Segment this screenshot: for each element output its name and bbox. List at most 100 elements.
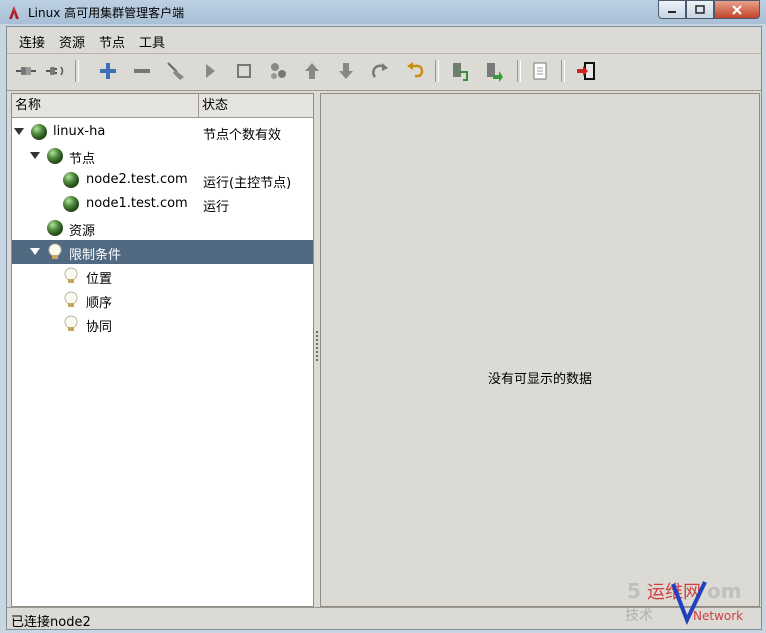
splitter-grip [316, 359, 318, 361]
tree-row-order[interactable]: 顺序 [12, 288, 313, 312]
exit-button[interactable] [573, 58, 599, 84]
status-bar: 已连接node2 5 运维网 om 技术 Network [7, 579, 761, 630]
stop-icon [237, 64, 251, 78]
cleanup-icon [167, 62, 184, 80]
remove-button[interactable] [129, 58, 155, 84]
connect-button[interactable] [13, 58, 39, 84]
redo-button[interactable] [367, 58, 393, 84]
move-up-button[interactable] [299, 58, 325, 84]
splitter-grip [316, 351, 318, 353]
add-icon [100, 63, 116, 79]
add-button[interactable] [95, 58, 121, 84]
toolbar-separator [435, 60, 439, 82]
splitter-grip [316, 339, 318, 341]
tree-row-label: 节点 [69, 152, 96, 167]
column-header-name[interactable]: 名称 [12, 94, 199, 118]
minimize-icon [668, 10, 676, 13]
detail-panel: 没有可显示的数据 [320, 93, 760, 607]
svg-text:技术: 技术 [625, 608, 653, 624]
tree-row-node2[interactable]: node2.test.com 运行(主控节点) [12, 168, 313, 192]
window-controls [658, 0, 760, 19]
svg-text:5: 5 [627, 579, 641, 603]
tree-row-resources[interactable]: 资源 [12, 216, 313, 240]
tree-row-colocation[interactable]: 协同 [12, 312, 313, 336]
settings-button[interactable] [265, 58, 291, 84]
status-text: 已连接node2 [11, 615, 91, 630]
toolbar-separator [561, 60, 565, 82]
exit-icon [577, 62, 595, 80]
menu-bar: 连接 资源 节点 工具 [7, 27, 761, 54]
tree-row-label: 顺序 [86, 296, 113, 311]
minimize-button[interactable] [658, 0, 686, 19]
tree-row-label: node1.test.com [86, 196, 188, 211]
toolbar [7, 54, 761, 91]
redo-icon [372, 63, 388, 78]
tree-row-node1[interactable]: node1.test.com 运行 [12, 192, 313, 216]
client-area: 连接 资源 节点 工具 名称 状态 linux-ha 节点个数有效 节点 nod… [6, 26, 762, 630]
standby-node-button[interactable] [447, 58, 473, 84]
close-icon [732, 4, 742, 15]
expand-arrow-icon[interactable] [14, 128, 24, 135]
document-icon [533, 62, 547, 80]
tree-row-status: 运行 [203, 200, 230, 215]
move-up-icon [305, 63, 319, 79]
window-title: Linux 高可用集群管理客户端 [28, 6, 185, 20]
expand-arrow-icon[interactable] [30, 248, 40, 255]
lightbulb-icon [64, 267, 78, 283]
close-button[interactable] [714, 0, 760, 19]
svg-text:om: om [707, 579, 742, 603]
tree-row-label: linux-ha [53, 124, 106, 139]
remove-icon [134, 69, 150, 73]
app-logo-icon [9, 6, 19, 19]
green-ball-icon [47, 148, 63, 164]
menu-nodes[interactable]: 节点 [99, 32, 125, 51]
tree-row-constraints[interactable]: 限制条件 [12, 240, 313, 264]
tree-row-status: 运行(主控节点) [203, 176, 292, 191]
title-bar[interactable]: Linux 高可用集群管理客户端 [0, 0, 766, 24]
tree-row-cluster[interactable]: linux-ha 节点个数有效 [12, 120, 313, 144]
undo-icon [407, 62, 424, 78]
disconnect-button[interactable] [43, 58, 69, 84]
document-button[interactable] [527, 58, 553, 84]
watermark-logo-icon: 5 运维网 om 技术 Network [625, 579, 743, 626]
toolbar-separator [75, 60, 79, 82]
tree-row-label: 限制条件 [69, 248, 122, 263]
move-down-button[interactable] [333, 58, 359, 84]
app-window: Linux 高可用集群管理客户端 连接 资源 节点 工具 名称 状态 linux… [0, 0, 766, 633]
menu-connect[interactable]: 连接 [19, 32, 45, 51]
expand-arrow-icon[interactable] [30, 152, 40, 159]
stop-button[interactable] [231, 58, 257, 84]
move-down-icon [339, 63, 353, 79]
green-ball-icon [31, 124, 47, 140]
start-icon [206, 64, 215, 78]
active-node-button[interactable] [481, 58, 507, 84]
tree-row-nodes[interactable]: 节点 [12, 144, 313, 168]
column-header-status[interactable]: 状态 [199, 94, 313, 118]
empty-message: 没有可显示的数据 [487, 372, 592, 387]
start-button[interactable] [197, 58, 223, 84]
maximize-icon [695, 4, 705, 14]
tree-row-status: 节点个数有效 [203, 128, 282, 143]
splitter-grip [316, 347, 318, 349]
menu-resources[interactable]: 资源 [59, 32, 85, 51]
cleanup-button[interactable] [163, 58, 189, 84]
disconnect-icon [46, 66, 64, 76]
lightbulb-icon [64, 315, 78, 331]
connect-icon [16, 67, 36, 75]
splitter-grip [316, 335, 318, 337]
svg-text:Network: Network [693, 609, 743, 623]
green-ball-icon [47, 220, 63, 236]
splitter-grip [316, 343, 318, 345]
maximize-button[interactable] [686, 0, 714, 19]
tree-row-label: 资源 [69, 224, 96, 239]
menu-tools[interactable]: 工具 [139, 32, 165, 51]
tree-row-label: node2.test.com [86, 172, 188, 187]
standby-node-icon [453, 63, 468, 81]
tree-row-location[interactable]: 位置 [12, 264, 313, 288]
settings-icon [271, 63, 286, 79]
lightbulb-icon [48, 243, 62, 259]
undo-button[interactable] [401, 58, 427, 84]
lightbulb-icon [64, 291, 78, 307]
tree-row-label: 位置 [86, 272, 113, 287]
green-ball-icon [63, 196, 79, 212]
